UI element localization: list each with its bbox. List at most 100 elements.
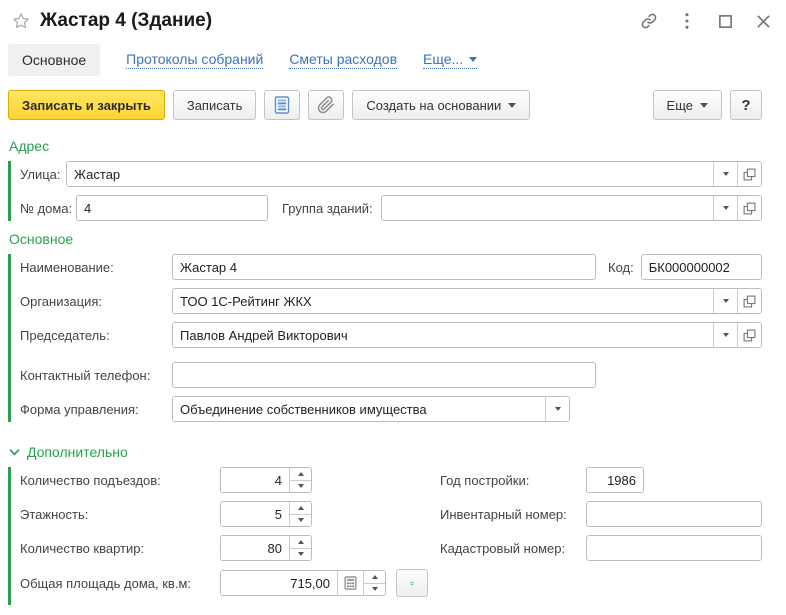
chairman-dropdown-button[interactable] bbox=[713, 323, 737, 347]
apartments-spinner[interactable] bbox=[289, 536, 311, 560]
organization-dropdown-button[interactable] bbox=[713, 289, 737, 313]
name-label: Наименование: bbox=[20, 259, 114, 275]
section-additional: Количество подъездов: Этажность: Количес… bbox=[8, 467, 762, 605]
organization-input[interactable] bbox=[173, 289, 713, 313]
field-row-name: Наименование: Код: bbox=[20, 254, 762, 280]
field-row-phone: Контактный телефон: bbox=[20, 362, 762, 388]
street-dropdown-button[interactable] bbox=[713, 162, 737, 186]
save-button[interactable]: Записать bbox=[172, 90, 257, 120]
organization-open-button[interactable] bbox=[737, 289, 761, 313]
code-input[interactable] bbox=[640, 254, 762, 280]
building-group-open-button[interactable] bbox=[737, 196, 761, 220]
favorite-star-icon[interactable] bbox=[10, 10, 32, 32]
help-button[interactable]: ? bbox=[730, 90, 762, 120]
field-row-chairman: Председатель: bbox=[20, 322, 762, 348]
building-group-dropdown-button[interactable] bbox=[713, 196, 737, 220]
chairman-open-button[interactable] bbox=[737, 323, 761, 347]
total-area-input[interactable] bbox=[221, 571, 337, 595]
build-year-input[interactable] bbox=[586, 467, 644, 493]
chevron-down-icon bbox=[469, 56, 478, 62]
street-label: Улица: bbox=[20, 166, 61, 182]
phone-input[interactable] bbox=[172, 362, 596, 388]
street-open-button[interactable] bbox=[737, 162, 761, 186]
entrances-field-group bbox=[220, 467, 312, 493]
chevron-down-icon bbox=[508, 102, 517, 108]
floors-label: Этажность: bbox=[20, 506, 89, 522]
floors-field-group bbox=[220, 501, 312, 527]
paperclip-icon bbox=[318, 96, 335, 114]
chairman-field-group bbox=[172, 322, 762, 348]
field-row-organization: Организация: bbox=[20, 288, 762, 314]
phone-label: Контактный телефон: bbox=[20, 367, 151, 383]
tab-main[interactable]: Основное bbox=[8, 44, 101, 76]
refresh-icon bbox=[410, 581, 414, 585]
tab-estimates[interactable]: Сметы расходов bbox=[289, 51, 398, 69]
floors-input[interactable] bbox=[221, 502, 289, 526]
attachments-button[interactable] bbox=[308, 90, 345, 120]
open-form-icon bbox=[743, 295, 756, 307]
entrances-input[interactable] bbox=[221, 468, 289, 492]
code-label: Код: bbox=[608, 259, 634, 275]
management-form-field-group bbox=[172, 396, 570, 422]
management-form-input[interactable] bbox=[173, 397, 545, 421]
management-form-dropdown-button[interactable] bbox=[545, 397, 569, 421]
entrances-spinner[interactable] bbox=[289, 468, 311, 492]
apartments-label: Количество квартир: bbox=[20, 540, 145, 556]
field-row-street: Улица: bbox=[20, 161, 762, 187]
apartments-field-group bbox=[220, 535, 312, 561]
related-documents-button[interactable] bbox=[264, 90, 301, 120]
section-address: Улица: № дома: Группа зданий: bbox=[8, 161, 762, 221]
link-icon[interactable] bbox=[640, 12, 658, 30]
window-header: Жастар 4 (Здание) bbox=[0, 0, 786, 36]
open-form-icon bbox=[743, 329, 756, 341]
more-button[interactable]: Еще bbox=[652, 90, 722, 120]
section-toggle-additional[interactable]: Дополнительно bbox=[9, 444, 128, 460]
open-form-icon bbox=[743, 168, 756, 180]
toolbar: Записать и закрыть Записать Создать на о… bbox=[0, 82, 786, 128]
field-row-management-form: Форма управления: bbox=[20, 396, 762, 422]
street-input[interactable] bbox=[67, 162, 713, 186]
name-input[interactable] bbox=[172, 254, 596, 280]
chevron-down-icon bbox=[700, 102, 708, 108]
maximize-icon[interactable] bbox=[716, 12, 734, 30]
field-row-floors: Этажность: bbox=[20, 501, 440, 527]
section-main: Наименование: Код: Организация: Председа… bbox=[8, 254, 762, 422]
apartments-input[interactable] bbox=[221, 536, 289, 560]
close-icon[interactable] bbox=[754, 12, 772, 30]
field-row-cadastre-number: Кадастровый номер: bbox=[440, 535, 762, 561]
field-row-house: № дома: Группа зданий: bbox=[20, 195, 762, 221]
organization-label: Организация: bbox=[20, 293, 103, 309]
house-number-input[interactable] bbox=[76, 195, 268, 221]
inventory-number-input[interactable] bbox=[586, 501, 762, 527]
organization-field-group bbox=[172, 288, 762, 314]
create-based-on-label: Создать на основании bbox=[366, 97, 502, 113]
recalculate-area-button[interactable] bbox=[396, 569, 428, 597]
total-area-label: Общая площадь дома, кв.м: bbox=[20, 575, 191, 591]
chevron-down-icon bbox=[9, 448, 20, 455]
save-and-close-button[interactable]: Записать и закрыть bbox=[8, 90, 165, 120]
field-row-build-year: Год постройки: bbox=[440, 467, 762, 493]
section-title-additional: Дополнительно bbox=[27, 444, 128, 460]
cadastre-number-input[interactable] bbox=[586, 535, 762, 561]
kebab-menu-icon[interactable] bbox=[678, 12, 696, 30]
tab-more[interactable]: Еще... bbox=[423, 51, 478, 69]
field-row-apartments: Количество квартир: bbox=[20, 535, 440, 561]
total-area-calculator-button[interactable] bbox=[337, 571, 363, 595]
street-field-group bbox=[66, 161, 762, 187]
tab-protocols[interactable]: Протоколы собраний bbox=[126, 51, 264, 69]
create-based-on-button[interactable]: Создать на основании bbox=[352, 90, 531, 120]
chairman-input[interactable] bbox=[173, 323, 713, 347]
management-form-label: Форма управления: bbox=[20, 401, 139, 417]
calculator-icon bbox=[344, 576, 357, 590]
inventory-number-label: Инвентарный номер: bbox=[440, 506, 567, 522]
total-area-spinner[interactable] bbox=[363, 571, 385, 595]
entrances-label: Количество подъездов: bbox=[20, 472, 161, 488]
chairman-label: Председатель: bbox=[20, 327, 110, 343]
section-title-address: Адрес bbox=[9, 138, 50, 154]
floors-spinner[interactable] bbox=[289, 502, 311, 526]
field-row-total-area: Общая площадь дома, кв.м: bbox=[20, 569, 440, 597]
section-title-main: Основное bbox=[9, 231, 74, 247]
building-group-label: Группа зданий: bbox=[282, 200, 373, 216]
cadastre-number-label: Кадастровый номер: bbox=[440, 540, 566, 556]
building-group-input[interactable] bbox=[381, 196, 713, 220]
